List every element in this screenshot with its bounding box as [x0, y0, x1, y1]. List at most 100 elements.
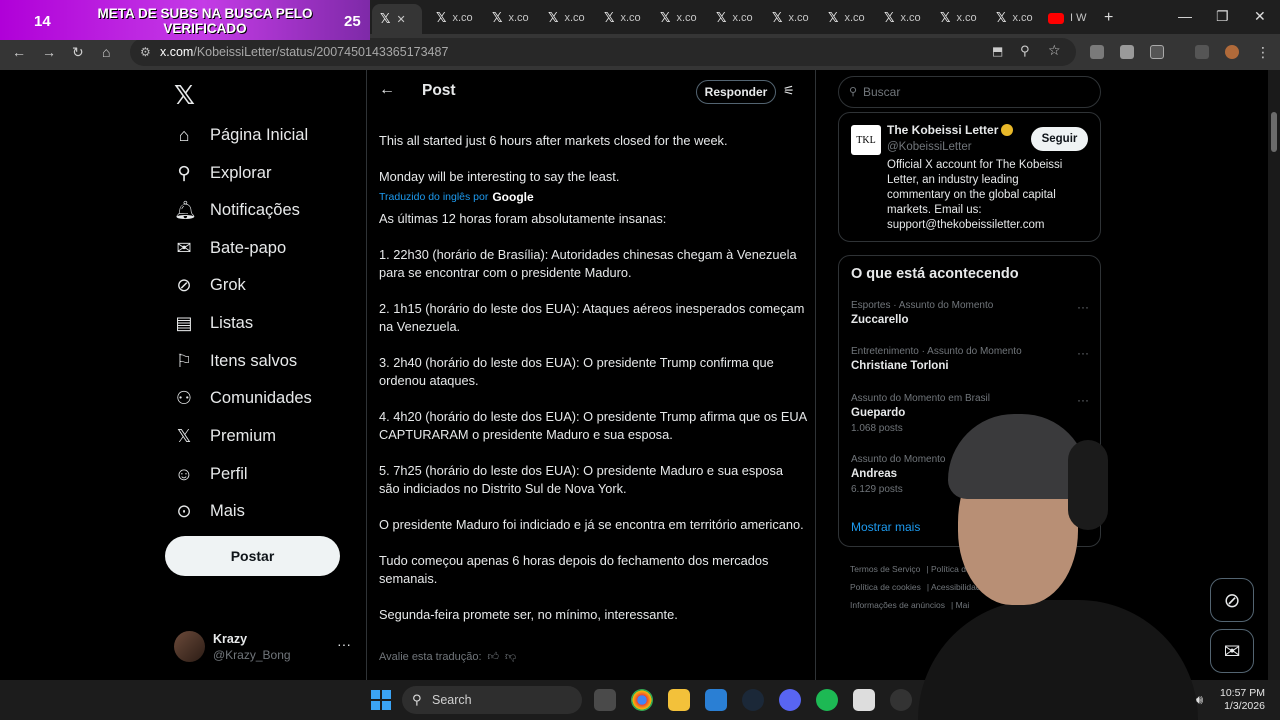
search-icon: ⚲ [177, 162, 191, 183]
site-info-icon[interactable]: ⚙ [140, 45, 151, 59]
person-icon: ☺ [174, 463, 194, 484]
new-tab-button[interactable]: + [1104, 6, 1113, 30]
tab-x[interactable]: 𝕏x.co [548, 6, 585, 30]
trend-item[interactable]: Entretenimento · Assunto do Momento Chri… [851, 346, 1091, 372]
close-tab-icon[interactable]: ✕ [396, 13, 405, 26]
trend-name: Zuccarello [851, 314, 909, 326]
chrome-icon[interactable] [631, 689, 653, 711]
task-view-icon[interactable] [594, 689, 616, 711]
headphones [1068, 440, 1108, 530]
follow-button[interactable]: Seguir [1031, 127, 1088, 151]
back-arrow-icon[interactable]: ← [379, 81, 395, 99]
reply-button[interactable]: Responder [696, 80, 776, 104]
nav-item-notifications[interactable]: 🔔︎ Notificações [174, 195, 300, 225]
tab-x[interactable]: 𝕏x.co [492, 6, 529, 30]
home-icon[interactable]: ⌂ [102, 44, 110, 60]
tab-x[interactable]: 𝕏x.co [436, 6, 473, 30]
nav-item-communities[interactable]: ⚇ Comunidades [174, 383, 312, 413]
windows-start-icon[interactable] [371, 690, 391, 710]
nav-label: Grok [210, 275, 246, 294]
tab-x[interactable]: 𝕏x.co [996, 6, 1033, 30]
extension-icon[interactable] [1090, 45, 1104, 59]
steam-icon[interactable] [742, 689, 764, 711]
tab-active[interactable]: 𝕏 ✕ [372, 4, 422, 34]
store-icon[interactable] [705, 689, 727, 711]
translated-text: Traduzido do inglês por [379, 191, 489, 203]
system-clock[interactable]: 10:57 PM 1/3/2026 [1220, 687, 1265, 713]
page-scrollbar[interactable] [1268, 70, 1280, 680]
media-control-icon[interactable] [1195, 45, 1209, 59]
url-bar[interactable]: ⚙ x.com/KobeissiLetter/status/2007450143… [130, 38, 1076, 66]
stream-goal-banner: 14 META DE SUBS NA BUSCA PELO VERIFICADO… [0, 0, 370, 40]
show-more-link[interactable]: Mostrar mais [851, 520, 920, 534]
tab-x[interactable]: 𝕏x.co [660, 6, 697, 30]
obs-icon[interactable] [890, 689, 912, 711]
more-icon[interactable]: ··· [1077, 393, 1089, 407]
tab-label: x.co [956, 12, 977, 24]
tab-x[interactable]: 𝕏x.co [828, 6, 865, 30]
back-icon[interactable]: ← [12, 44, 26, 60]
nav-item-profile[interactable]: ☺ Perfil [174, 459, 248, 489]
more-icon[interactable]: ··· [1077, 346, 1089, 360]
install-icon[interactable]: ⬒ [992, 44, 1003, 58]
translated-by-label[interactable]: Traduzido do inglês por Google [379, 188, 807, 206]
nav-item-more[interactable]: ⊙ Mais [174, 496, 244, 526]
thumbs-up-icon[interactable]: 👍︎ [488, 650, 500, 663]
tab-x[interactable]: 𝕏x.co [940, 6, 977, 30]
footer-link[interactable]: Política de cookies [850, 582, 921, 592]
file-explorer-icon[interactable] [668, 689, 690, 711]
post-column: ← Post Responder ⚟ This all started just… [366, 70, 816, 680]
grok-fab-button[interactable]: ⊘ [1210, 578, 1254, 622]
nav-item-premium[interactable]: 𝕏 Premium [174, 421, 276, 451]
tab-youtube[interactable]: I W [1048, 6, 1087, 30]
search-input[interactable]: ⚲ Buscar [838, 76, 1101, 108]
more-icon[interactable]: ··· [337, 636, 351, 652]
taskbar-search[interactable]: ⚲ Search [402, 686, 582, 714]
tab-x[interactable]: 𝕏x.co [884, 6, 921, 30]
scrollbar-thumb[interactable] [1271, 112, 1277, 152]
nav-item-lists[interactable]: ▤ Listas [174, 308, 253, 338]
bell-icon: 🔔︎ [174, 199, 197, 220]
search-icon: ⚲ [412, 692, 422, 707]
kobeissi-logo[interactable]: TKL [851, 125, 881, 155]
extensions-puzzle-icon[interactable] [1150, 45, 1164, 59]
extension-icon[interactable] [1120, 45, 1134, 59]
app-icon[interactable] [853, 689, 875, 711]
messages-fab-button[interactable]: ✉ [1210, 629, 1254, 673]
discord-icon[interactable] [779, 689, 801, 711]
bookmark-icon: ⚐ [175, 350, 193, 371]
close-window-icon[interactable]: ✕ [1254, 8, 1266, 25]
forward-icon[interactable]: → [42, 44, 56, 60]
profile-avatar-icon[interactable] [1225, 45, 1239, 59]
tab-x[interactable]: 𝕏x.co [716, 6, 753, 30]
footer-link[interactable]: Termos de Serviço [850, 564, 920, 574]
nav-item-explore[interactable]: ⚲ Explorar [174, 158, 271, 188]
minimize-icon[interactable]: — [1178, 8, 1192, 24]
account-switcher[interactable]: Krazy @Krazy_Bong ··· [174, 630, 354, 664]
tab-x[interactable]: 𝕏x.co [604, 6, 641, 30]
x-icon: 𝕏 [436, 10, 447, 25]
browser-menu-icon[interactable]: ⋮ [1256, 44, 1270, 61]
bookmark-star-icon[interactable]: ☆ [1048, 42, 1061, 59]
tab-x[interactable]: 𝕏x.co [772, 6, 809, 30]
zoom-icon[interactable]: ⚲ [1020, 43, 1030, 59]
x-logo[interactable]: 𝕏 [174, 80, 195, 111]
maximize-icon[interactable]: ❐ [1216, 8, 1229, 25]
nav-item-messages[interactable]: ✉ Bate-papo [174, 233, 286, 263]
nav-item-grok[interactable]: ⊘ Grok [174, 270, 246, 300]
thumbs-down-icon[interactable]: 👎︎ [505, 650, 516, 663]
more-icon[interactable]: ··· [1077, 300, 1089, 314]
nav-item-home[interactable]: ⌂ Página Inicial [174, 120, 309, 150]
reload-icon[interactable]: ↻ [72, 44, 84, 61]
post-paragraph: This all started just 6 hours after mark… [379, 133, 728, 148]
post-paragraph: Segunda-feira promete ser, no mínimo, in… [379, 607, 678, 622]
nav-item-bookmarks[interactable]: ⚐ Itens salvos [174, 346, 297, 376]
spotify-icon[interactable] [816, 689, 838, 711]
profile-name[interactable]: The Kobeissi Letter [887, 123, 1014, 137]
mail-icon: ✉ [1223, 640, 1241, 663]
nav-label: Notificações [210, 200, 300, 219]
post-button[interactable]: Postar [165, 536, 340, 576]
trend-item[interactable]: Esportes · Assunto do Momento Zuccarello… [851, 300, 1091, 326]
sliders-icon[interactable]: ⚟ [783, 83, 795, 99]
profile-handle[interactable]: @KobeissiLetter [887, 141, 972, 153]
